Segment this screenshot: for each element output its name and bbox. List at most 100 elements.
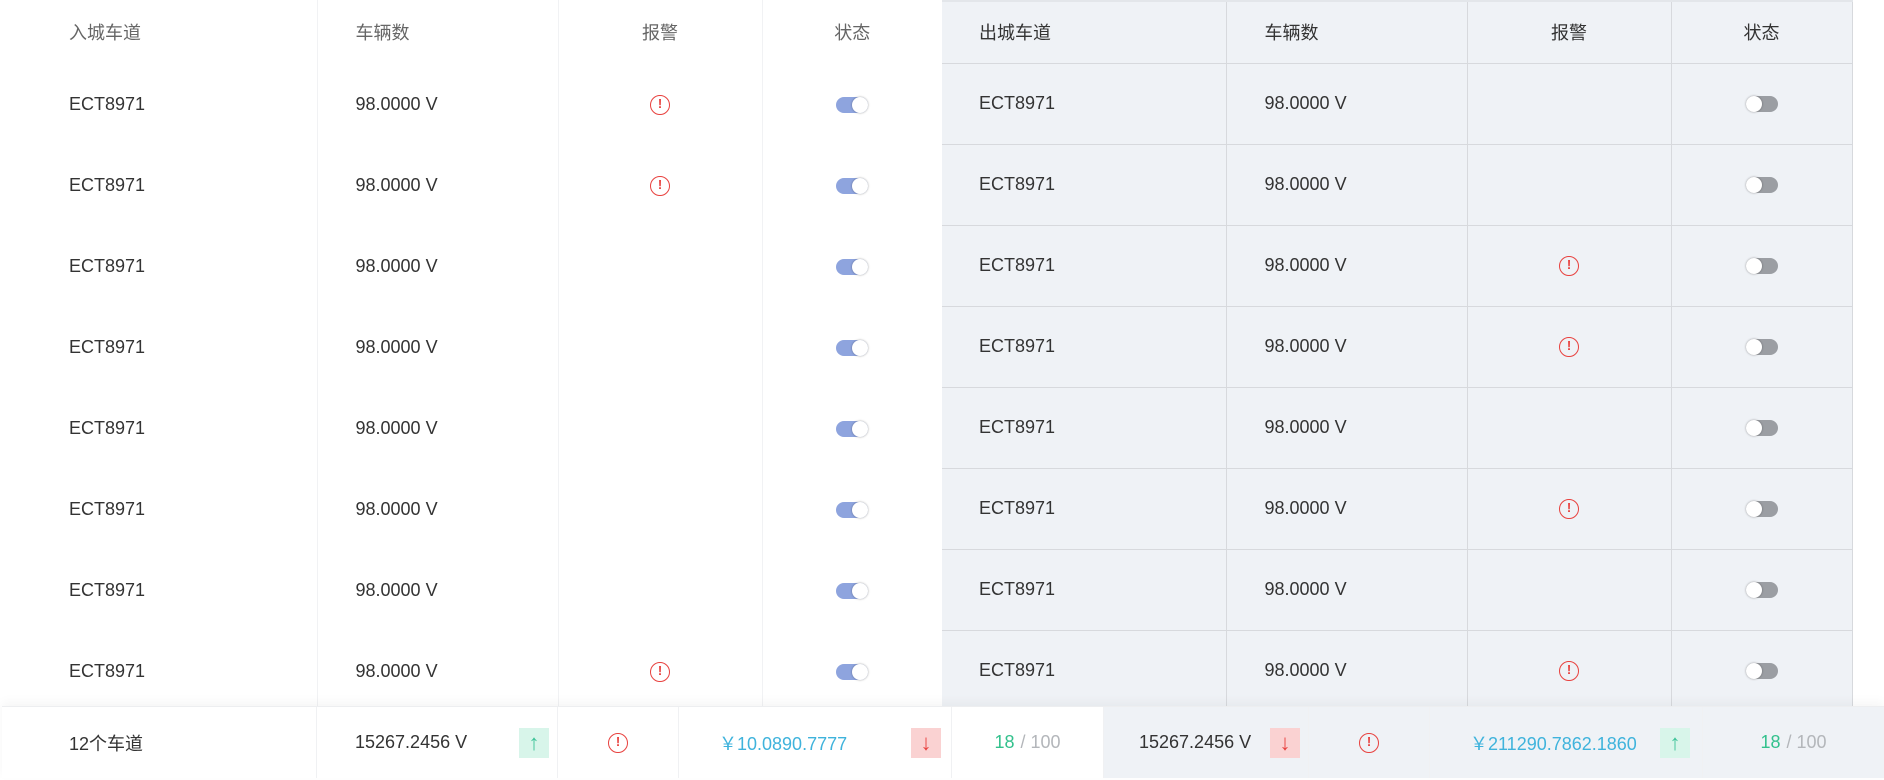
footer-inbound-progress-max: / 100 (1020, 732, 1061, 752)
alert-circle-icon: ! (1359, 732, 1379, 753)
inbound-lane-cell: ECT8971 (0, 388, 318, 469)
inbound-table-row: ECT8971 98.0000 V (0, 388, 942, 469)
arrow-up-icon: ↑ (1660, 728, 1690, 758)
outbound-alarm-cell (1467, 144, 1672, 226)
status-toggle[interactable] (836, 97, 869, 114)
inbound-alarm-cell (558, 307, 763, 388)
toggle-knob (1745, 420, 1762, 437)
outbound-alarm-cell: ! (1467, 468, 1672, 550)
status-toggle[interactable] (1745, 177, 1778, 194)
outbound-lane-header: 出城车道 (942, 1, 1227, 64)
footer-inbound-alarm-cell: ! (558, 707, 679, 778)
outbound-table-row: ECT8971 98.0000 V (942, 387, 1853, 469)
footer-outbound-progress-max: / 100 (1786, 732, 1827, 752)
status-toggle[interactable] (836, 340, 869, 357)
arrow-down-icon: ↓ (1270, 728, 1300, 758)
outbound-status-cell (1671, 630, 1853, 712)
inbound-alarm-header: 报警 (558, 0, 763, 64)
outbound-count-header: 车辆数 (1226, 1, 1468, 64)
status-toggle[interactable] (836, 583, 869, 600)
outbound-status-cell (1671, 225, 1853, 307)
footer-inbound-count: 15267.2456 V (355, 732, 468, 752)
footer-outbound-progress-cell: 18 / 100 (1703, 707, 1884, 778)
toggle-knob (1745, 96, 1762, 113)
status-toggle[interactable] (1745, 582, 1778, 599)
inbound-count-cell: 98.0000 V (317, 550, 559, 631)
inbound-count-header: 车辆数 (317, 0, 559, 64)
alert-circle-icon: ! (608, 732, 628, 753)
inbound-count-cell: 98.0000 V (317, 145, 559, 226)
alert-circle-icon: ! (650, 176, 670, 197)
inbound-status-cell (762, 550, 942, 631)
outbound-count-cell: 98.0000 V (1226, 306, 1468, 388)
toggle-knob (852, 502, 869, 519)
inbound-status-cell (762, 226, 942, 307)
outbound-table-row: ECT8971 98.0000 V (942, 144, 1853, 226)
inbound-count-cell: 98.0000 V (317, 469, 559, 550)
inbound-header-row: 入城车道 车辆数 报警 状态 (0, 0, 942, 64)
status-toggle[interactable] (836, 664, 869, 681)
inbound-lane-cell: ECT8971 (0, 226, 318, 307)
outbound-table-row: ECT8971 98.0000 V! (942, 630, 1853, 712)
outbound-count-cell: 98.0000 V (1226, 549, 1468, 631)
outbound-table-row: ECT8971 98.0000 V! (942, 225, 1853, 307)
status-toggle[interactable] (1745, 663, 1778, 680)
outbound-lane-cell: ECT8971 (942, 468, 1227, 550)
status-toggle[interactable] (836, 259, 869, 276)
outbound-alarm-cell (1467, 387, 1672, 469)
footer-inbound-money-cell: ￥10.0890.7777 ↓ (679, 707, 952, 778)
toggle-knob (1745, 339, 1762, 356)
lanes-tables: 入城车道 车辆数 报警 状态 ECT8971 98.0000 V! ECT8971 9… (0, 0, 1853, 712)
inbound-table: 入城车道 车辆数 报警 状态 ECT8971 98.0000 V! ECT8971 9… (0, 0, 942, 712)
status-toggle[interactable] (1745, 420, 1778, 437)
inbound-status-cell (762, 388, 942, 469)
footer-lane-total: 12个车道 (69, 733, 144, 754)
status-toggle[interactable] (836, 502, 869, 519)
outbound-header-row: 出城车道 车辆数 报警 状态 (942, 1, 1853, 64)
toggle-knob (1745, 582, 1762, 599)
footer-inbound-money: ￥10.0890.7777 (719, 733, 848, 754)
footer-inbound-progress: 18 (994, 732, 1015, 752)
outbound-alarm-header: 报警 (1467, 1, 1672, 64)
inbound-table-row: ECT8971 98.0000 V! (0, 145, 942, 226)
toggle-knob (852, 97, 869, 114)
inbound-status-header: 状态 (834, 23, 871, 43)
inbound-lane-cell: ECT8971 (0, 307, 318, 388)
outbound-status-header: 状态 (1671, 1, 1853, 64)
outbound-table: 出城车道 车辆数 报警 状态 ECT8971 98.0000 V ECT8971 98… (942, 0, 1853, 712)
inbound-lane-header: 入城车道 (0, 0, 318, 64)
outbound-count-cell: 98.0000 V (1226, 144, 1468, 226)
alert-circle-icon: ! (650, 95, 670, 116)
outbound-lane-cell: ECT8971 (942, 549, 1227, 631)
toggle-knob (1745, 177, 1762, 194)
status-toggle[interactable] (1745, 339, 1778, 356)
footer-outbound-count-cell: 15267.2456 V ↓ (1104, 707, 1309, 778)
outbound-alarm-cell (1467, 549, 1672, 631)
toggle-knob (852, 583, 869, 600)
arrow-up-icon: ↑ (519, 728, 549, 758)
alert-circle-icon: ! (1559, 337, 1579, 358)
footer-inbound-count-cell: 15267.2456 V ↑ (317, 707, 558, 778)
outbound-status-cell (1671, 549, 1853, 631)
inbound-lane-cell: ECT8971 (0, 64, 318, 145)
status-toggle[interactable] (836, 178, 869, 195)
status-toggle[interactable] (1745, 501, 1778, 518)
alert-circle-icon: ! (1559, 256, 1579, 277)
inbound-count-cell: 98.0000 V (317, 631, 559, 712)
status-toggle[interactable] (836, 421, 869, 438)
outbound-status-cell (1671, 387, 1853, 469)
status-toggle[interactable] (1745, 258, 1778, 275)
outbound-status-cell (1671, 306, 1853, 388)
inbound-lane-cell: ECT8971 (0, 550, 318, 631)
inbound-alarm-cell: ! (558, 145, 763, 226)
inbound-table-row: ECT8971 98.0000 V! (0, 64, 942, 145)
status-toggle[interactable] (1745, 96, 1778, 113)
footer-outbound-money: ￥211290.7862.1860 (1470, 733, 1637, 754)
outbound-lane-cell: ECT8971 (942, 630, 1227, 712)
outbound-table-row: ECT8971 98.0000 V! (942, 306, 1853, 388)
outbound-lane-cell: ECT8971 (942, 387, 1227, 469)
inbound-table-row: ECT8971 98.0000 V (0, 469, 942, 550)
toggle-knob (852, 259, 869, 276)
footer-outbound-money-cell: ￥211290.7862.1860 ↑ (1430, 707, 1703, 778)
outbound-count-cell: 98.0000 V (1226, 387, 1468, 469)
